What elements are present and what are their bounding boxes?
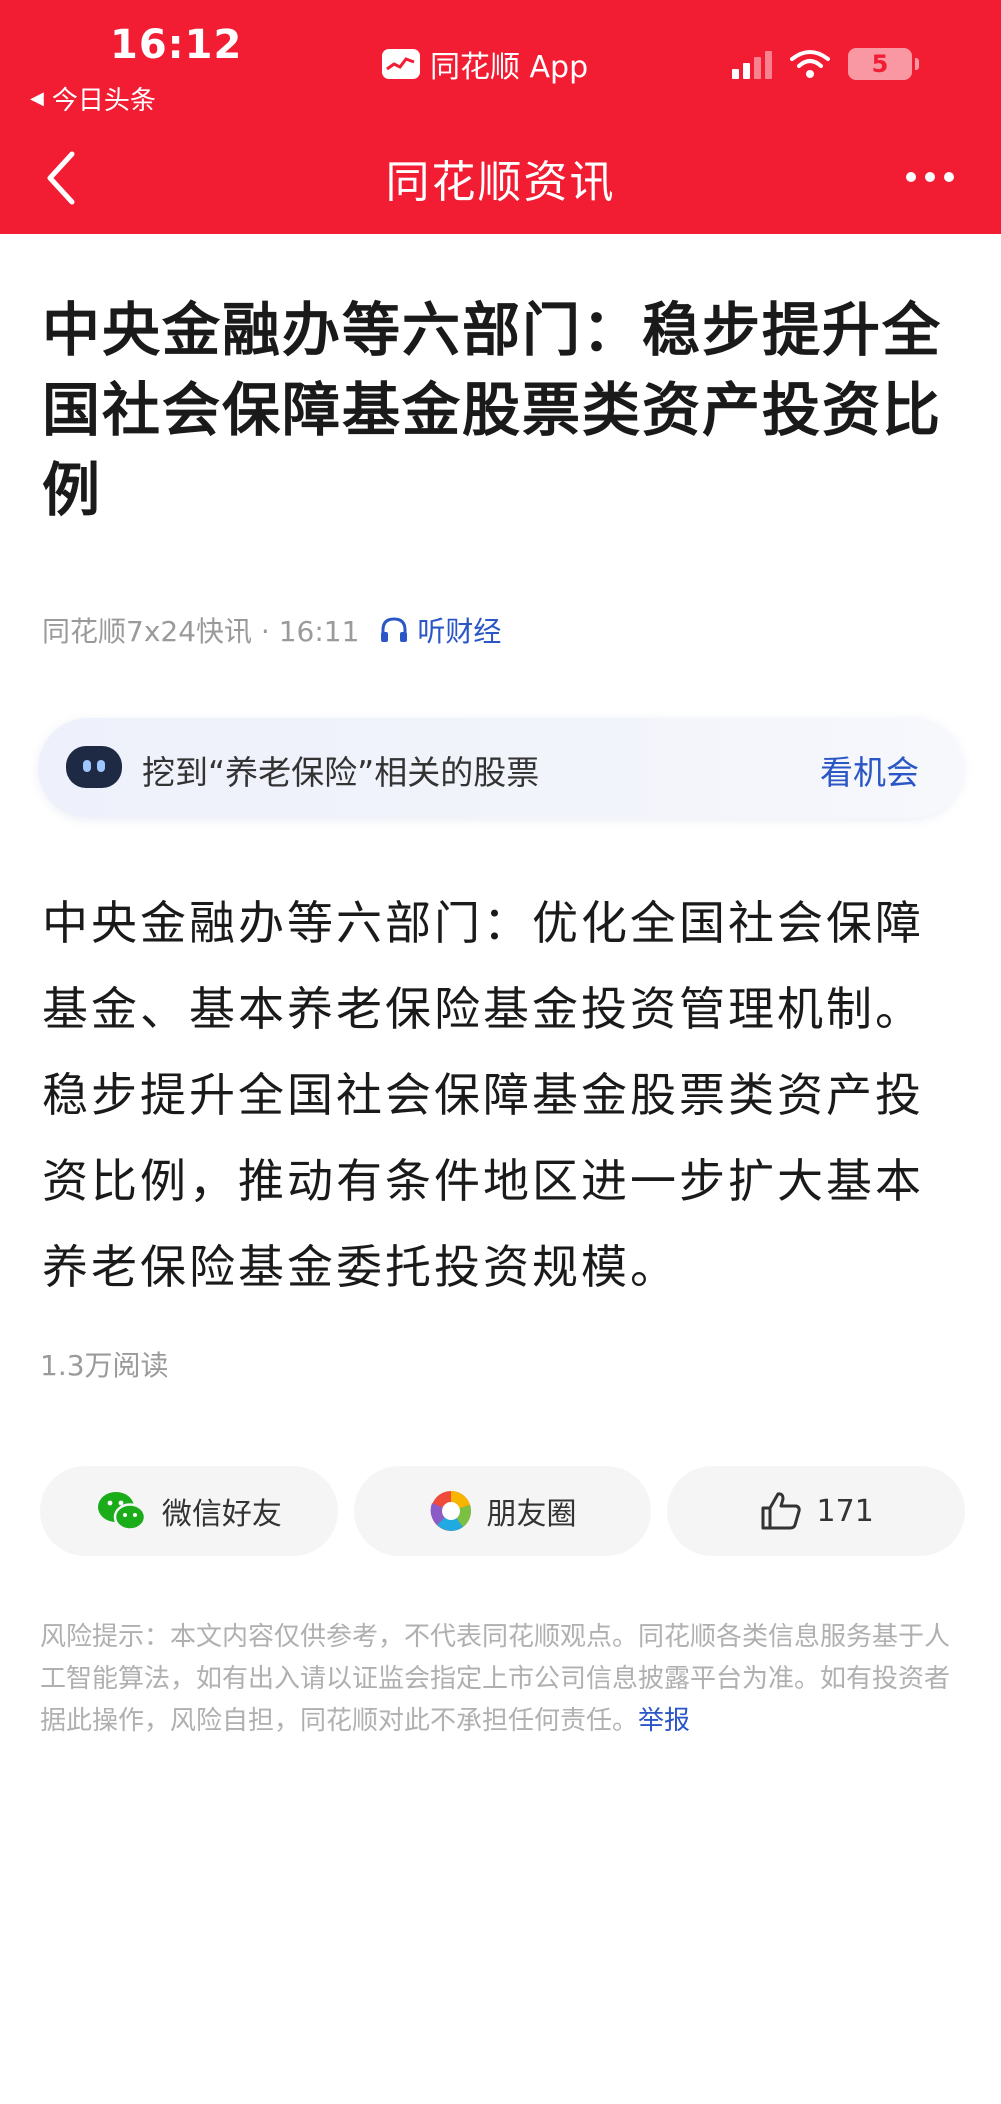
share-moments-button[interactable]: 朋友圈 bbox=[353, 1466, 652, 1556]
app-name: 同花顺 App bbox=[430, 50, 589, 85]
view-opportunity-link[interactable]: 看机会 bbox=[820, 746, 919, 794]
return-to-app-link[interactable]: ◀ 今日头条 bbox=[30, 80, 156, 117]
headphones-icon bbox=[381, 617, 408, 642]
return-app-label: 今日头条 bbox=[51, 86, 156, 116]
disclaimer-text: 风险提示：本文内容仅供参考，不代表同花顺观点。同花顺各类信息服务基于人工智能算法… bbox=[40, 1622, 951, 1736]
report-link[interactable]: 举报 bbox=[638, 1706, 690, 1736]
article-title: 中央金融办等六部门：稳步提升全国社会保障基金股票类资产投资比例 bbox=[42, 296, 943, 524]
like-button[interactable]: 171 bbox=[667, 1466, 966, 1556]
cellular-signal-icon bbox=[732, 49, 772, 79]
share-row: 微信好友 朋友圈 171 bbox=[40, 1466, 966, 1556]
share-wechat-button[interactable]: 微信好友 bbox=[40, 1466, 338, 1556]
robot-icon bbox=[66, 746, 122, 788]
app-header: 16:12 ◀ 今日头条 同花顺 App 5 同花顺资讯 bbox=[0, 0, 1001, 234]
article-meta: 同花顺7x24快讯 · 16:11 听财经 bbox=[42, 610, 501, 650]
article-source: 同花顺7x24快讯 · 16:11 bbox=[42, 615, 360, 648]
thumbs-up-icon bbox=[761, 1492, 801, 1530]
related-stocks-banner[interactable]: 挖到“养老保险”相关的股票 看机会 bbox=[38, 718, 963, 818]
read-count: 1.3万阅读 bbox=[40, 1349, 169, 1382]
risk-disclaimer: 风险提示：本文内容仅供参考，不代表同花顺观点。同花顺各类信息服务基于人工智能算法… bbox=[40, 1616, 970, 1742]
status-time: 16:12 bbox=[110, 22, 243, 68]
page-title: 同花顺资讯 bbox=[385, 157, 616, 208]
listen-label: 听财经 bbox=[417, 615, 502, 648]
listen-button[interactable]: 听财经 bbox=[379, 610, 501, 650]
wifi-icon bbox=[790, 50, 830, 78]
like-count: 171 bbox=[816, 1493, 874, 1529]
share-moments-label: 朋友圈 bbox=[486, 1497, 577, 1532]
more-options-icon[interactable] bbox=[906, 172, 954, 182]
share-wechat-label: 微信好友 bbox=[161, 1497, 282, 1532]
battery-icon: 5 bbox=[848, 48, 919, 80]
moments-icon bbox=[430, 1491, 471, 1531]
app-logo-icon bbox=[382, 49, 420, 79]
banner-text: 挖到“养老保险”相关的股票 bbox=[142, 753, 540, 792]
wechat-icon bbox=[97, 1492, 147, 1531]
app-indicator: 同花顺 App bbox=[382, 42, 588, 86]
status-icons: 5 bbox=[732, 48, 919, 80]
article-body: 中央金融办等六部门：优化全国社会保障基金、基本养老保险基金投资管理机制。稳步提升… bbox=[42, 896, 924, 1294]
back-triangle-icon: ◀ bbox=[30, 88, 44, 109]
